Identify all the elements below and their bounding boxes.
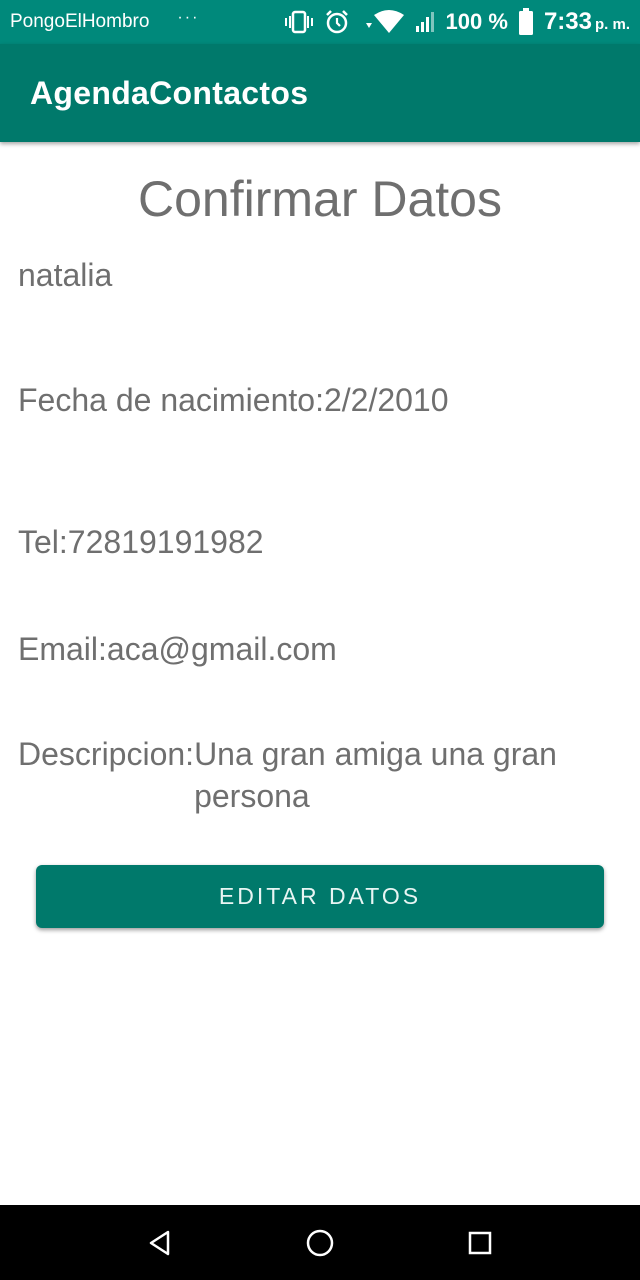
more-notifications-icon: ··· [177, 9, 200, 26]
signal-icon [414, 10, 436, 34]
alarm-icon [324, 9, 350, 35]
description-label: Descripcion: [18, 736, 195, 772]
status-bar: PongoElHombro ··· 100 % 7:33 p. m. [0, 0, 640, 44]
clock-ampm: p. m. [594, 16, 630, 33]
app-bar: AgendaContactos [0, 44, 640, 142]
contact-phone: Tel:72819191982 [18, 524, 264, 560]
description-value: Una gran amiga una gran persona [194, 736, 557, 814]
battery-percent: 100 % [445, 9, 508, 34]
status-icons: 100 % 7:33 p. m. [284, 8, 630, 36]
clock-time: 7:33 [543, 8, 592, 35]
contact-email: Email:aca@gmail.com [18, 631, 337, 667]
navigation-bar [0, 1205, 640, 1280]
contact-name: natalia [18, 257, 113, 293]
back-icon[interactable] [144, 1227, 176, 1259]
home-icon[interactable] [304, 1227, 336, 1259]
clock: 7:33 p. m. [544, 8, 630, 36]
contact-description: Descripcion: Una gran amiga una gran per… [18, 733, 618, 817]
edit-data-button[interactable]: EDITAR DATOS [36, 865, 604, 928]
vibrate-icon [284, 10, 314, 34]
carrier-name: PongoElHombro [10, 11, 150, 32]
recents-icon[interactable] [464, 1227, 496, 1259]
battery-icon [518, 8, 534, 36]
contact-birthdate: Fecha de nacimiento:2/2/2010 [18, 382, 449, 418]
page-title: Confirmar Datos [138, 171, 502, 227]
wifi-icon [360, 9, 404, 35]
app-title: AgendaContactos [30, 74, 309, 111]
